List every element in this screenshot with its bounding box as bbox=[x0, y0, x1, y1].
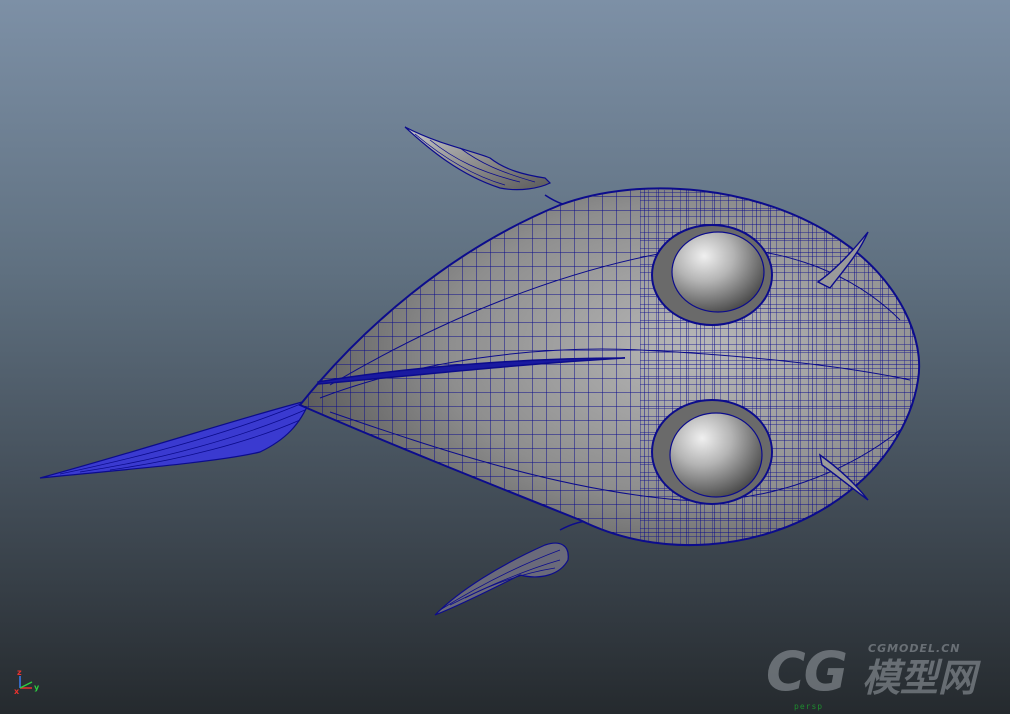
watermark: CG CGMODEL.CN 模型网 bbox=[766, 642, 1006, 704]
eye-top[interactable] bbox=[651, 224, 773, 326]
fish-body[interactable] bbox=[280, 170, 940, 570]
pectoral-fin-bottom[interactable] bbox=[434, 519, 606, 616]
eye-bottom[interactable] bbox=[651, 399, 773, 505]
axis-gizmo: z x y bbox=[12, 668, 46, 698]
fish-model[interactable] bbox=[0, 0, 1010, 714]
watermark-url: CGMODEL.CN bbox=[868, 642, 961, 655]
maya-viewport[interactable]: z x y CG CGMODEL.CN 模型网 persp bbox=[0, 0, 1010, 714]
tail-fin[interactable] bbox=[39, 399, 311, 479]
axis-y-label: y bbox=[34, 683, 40, 692]
watermark-cn: 模型网 bbox=[862, 656, 977, 700]
camera-label: persp bbox=[794, 702, 824, 711]
pectoral-fin-top[interactable] bbox=[404, 126, 591, 208]
watermark-logo: CG bbox=[766, 640, 848, 703]
axis-x-label: x bbox=[14, 687, 20, 696]
axis-gizmo-icon: z x y bbox=[14, 668, 40, 696]
axis-z-label: z bbox=[17, 668, 22, 677]
